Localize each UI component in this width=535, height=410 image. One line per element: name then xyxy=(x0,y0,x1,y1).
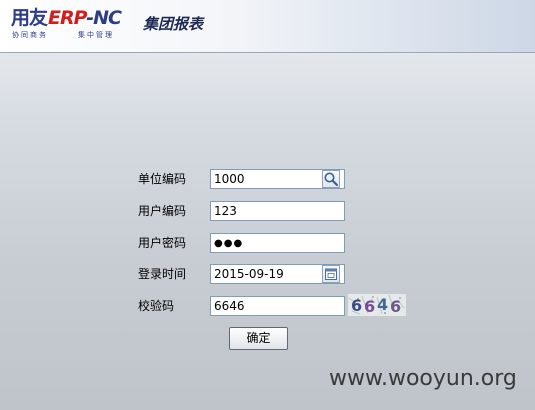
password-input[interactable] xyxy=(210,233,345,253)
login-date-label: 登录时间 xyxy=(138,267,187,281)
captcha-char: 6 xyxy=(364,297,375,316)
logo-suffix: -NC xyxy=(86,7,122,29)
captcha-label: 校验码 xyxy=(138,299,175,313)
captcha-char: 6 xyxy=(390,297,401,316)
user-code-input[interactable] xyxy=(210,201,345,221)
captcha-input[interactable] xyxy=(210,296,345,316)
captcha-row: 校验码 xyxy=(0,296,535,318)
logo-tagline-left: 协同商务 xyxy=(12,31,48,39)
captcha-char: 6 xyxy=(351,296,362,315)
password-label: 用户密码 xyxy=(138,236,187,250)
org-code-search-button[interactable] xyxy=(322,170,340,188)
password-row: 用户密码 xyxy=(0,233,535,255)
org-code-label: 单位编码 xyxy=(138,172,187,186)
captcha-image[interactable]: 6 6 4 6 xyxy=(348,294,406,316)
logo-product: ERP xyxy=(48,7,87,29)
logo-tagline-right: 集中管理 xyxy=(78,31,114,39)
captcha-char: 4 xyxy=(377,295,388,314)
calendar-icon xyxy=(325,268,337,280)
captcha-image-graphic: 6 6 4 6 xyxy=(348,294,406,316)
watermark-text: www.wooyun.org xyxy=(329,366,517,391)
org-code-row: 单位编码 xyxy=(0,169,535,191)
app-header: 用友ERP-NC 协同商务 集中管理 集团报表 xyxy=(0,0,535,53)
page-title: 集团报表 xyxy=(143,15,204,33)
search-icon xyxy=(324,172,339,187)
login-date-picker-button[interactable] xyxy=(322,265,340,283)
user-code-label: 用户编码 xyxy=(138,204,187,218)
user-code-row: 用户编码 xyxy=(0,201,535,223)
logo-brand: 用友 xyxy=(11,7,48,29)
login-date-row: 登录时间 xyxy=(0,264,535,286)
logo-wordmark: 用友ERP-NC xyxy=(11,6,122,30)
confirm-button[interactable]: 确定 xyxy=(229,327,288,350)
yonyou-erp-nc-logo: 用友ERP-NC 协同商务 集中管理 xyxy=(11,6,133,42)
